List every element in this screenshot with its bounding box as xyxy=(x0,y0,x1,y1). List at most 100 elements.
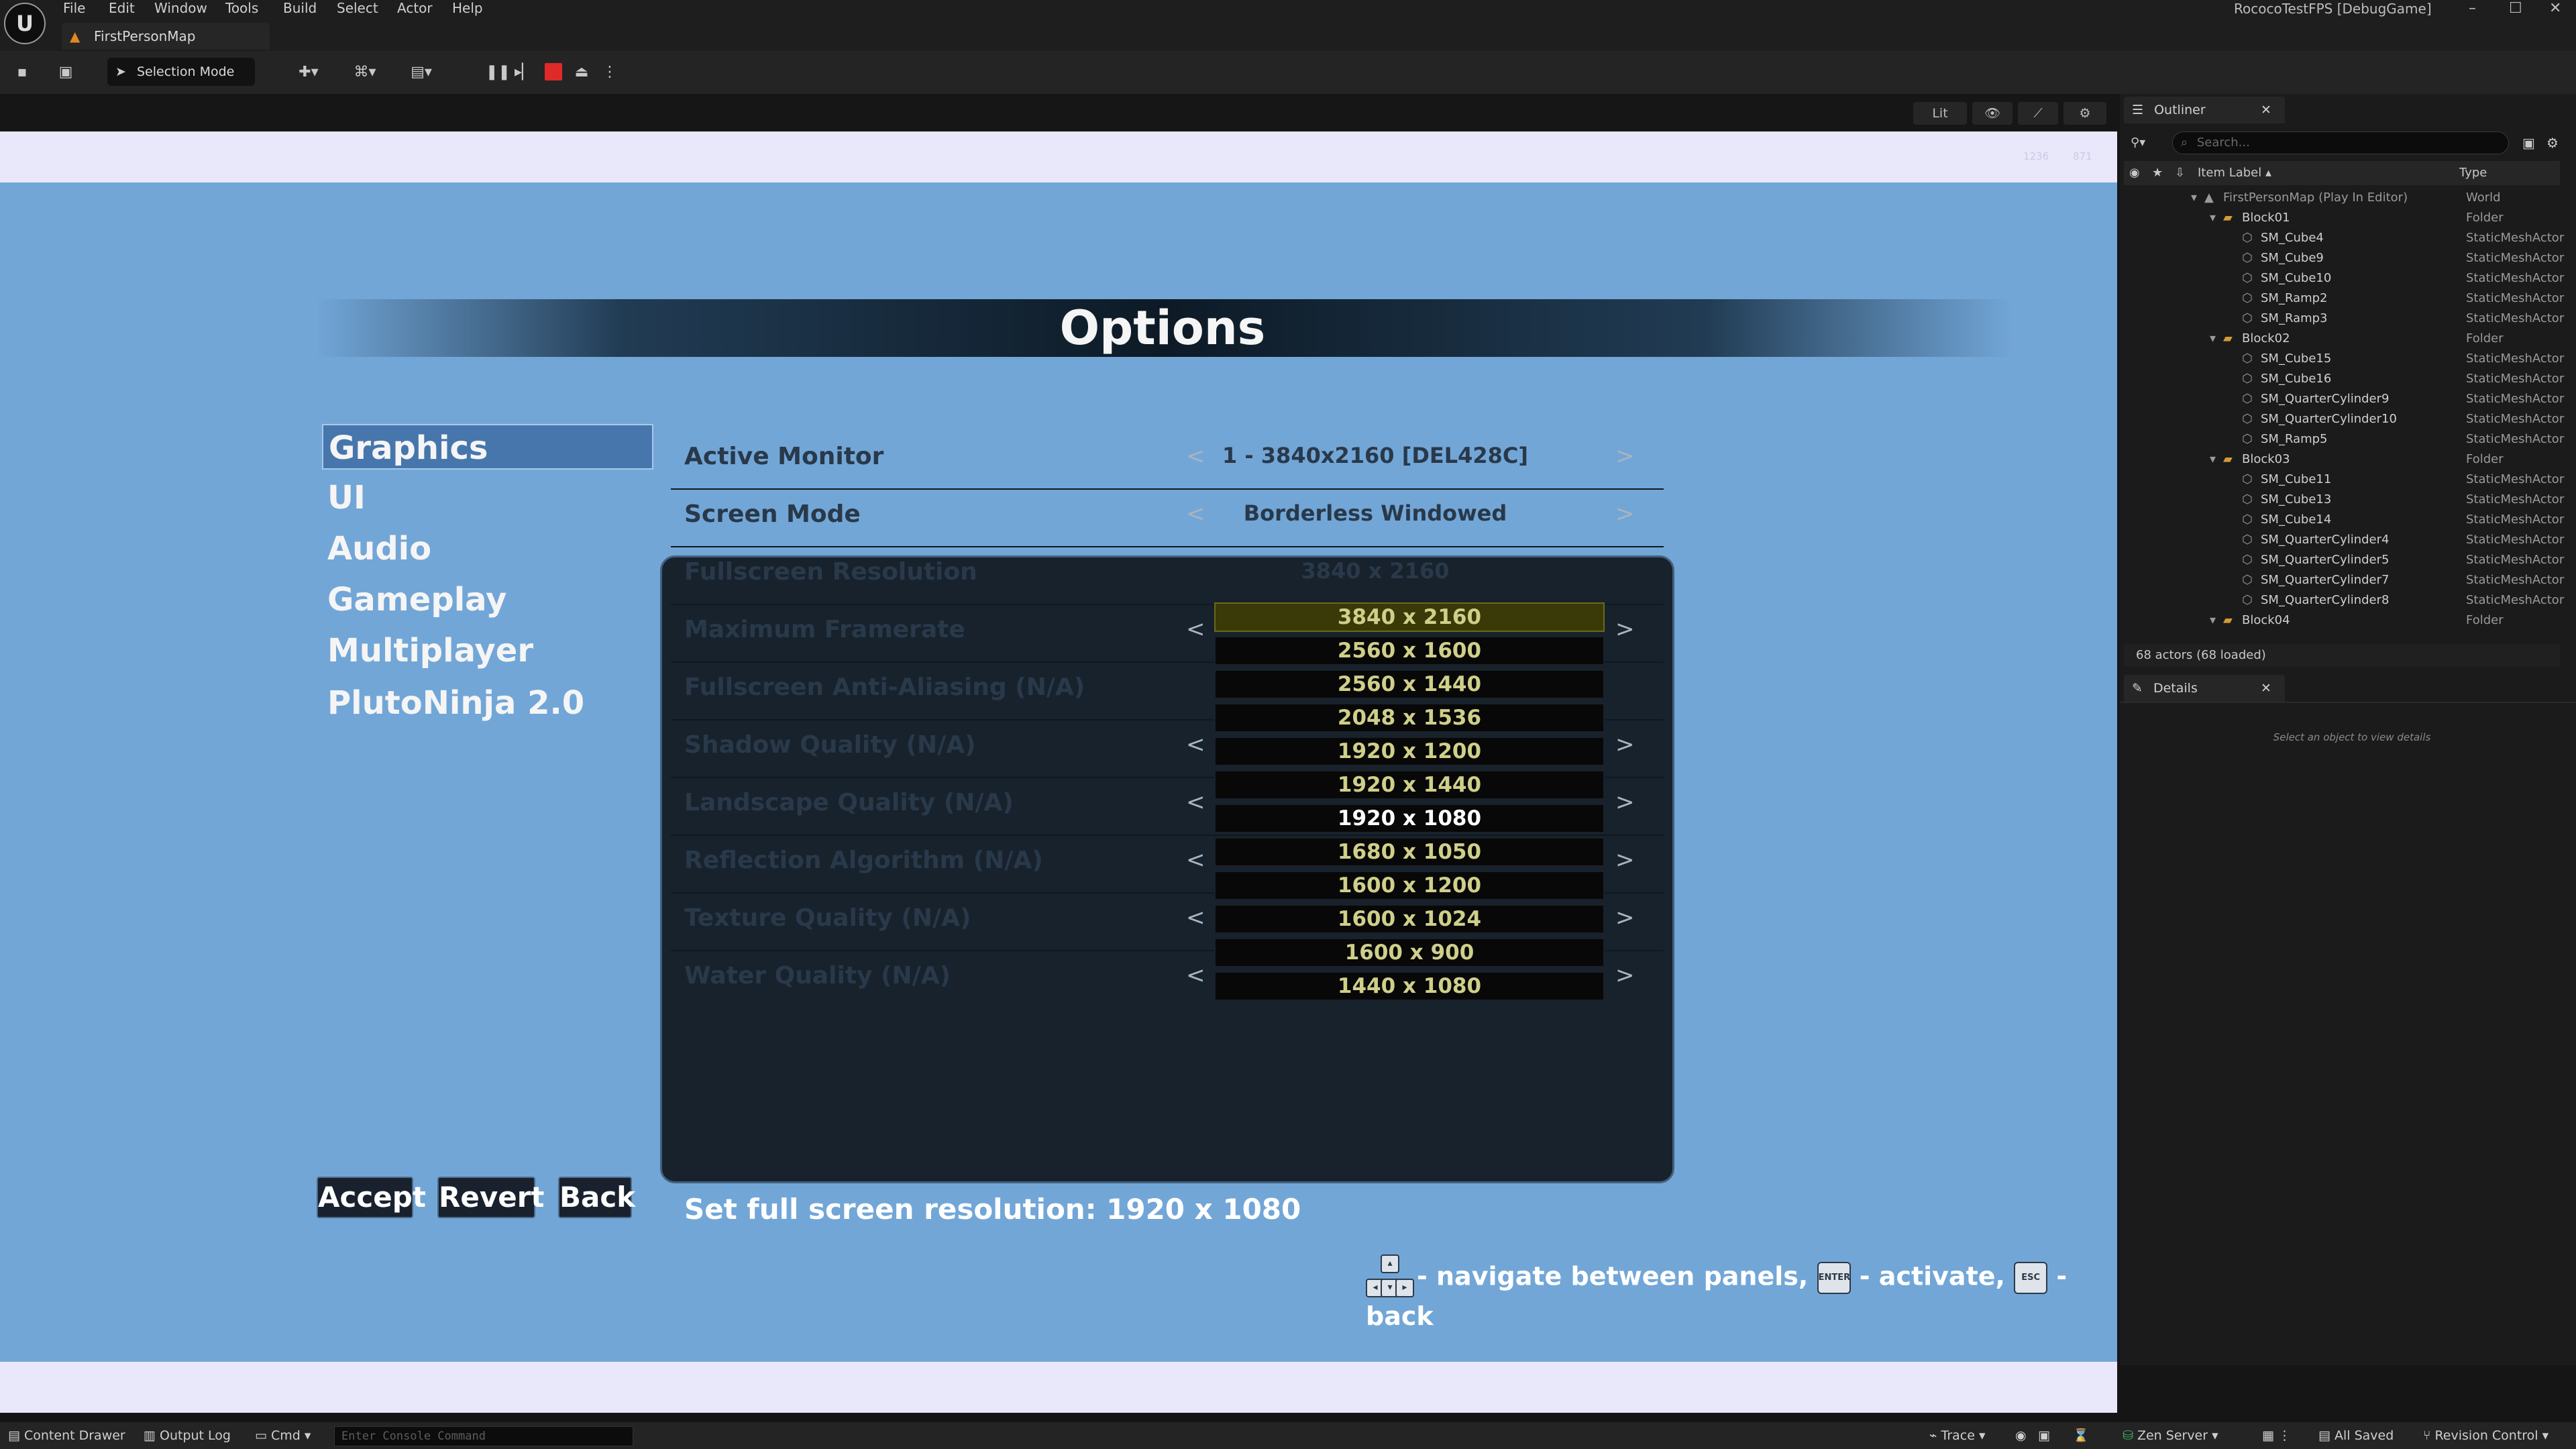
arrow-left-icon[interactable]: < xyxy=(1186,904,1205,931)
add-folder-icon[interactable]: ▣ xyxy=(2522,131,2535,154)
menu-build[interactable]: Build xyxy=(283,0,317,17)
expand-arrow-icon[interactable]: ▾ xyxy=(2210,208,2216,228)
output-log-button[interactable]: ▥ Output Log xyxy=(144,1422,231,1449)
outliner-actor-row[interactable]: ⬡ SM_QuarterCylinder9 StaticMeshActor xyxy=(2124,389,2564,409)
category-audio[interactable]: Audio xyxy=(322,526,653,572)
category-plutoninja[interactable]: PlutoNinja 2.0 xyxy=(322,680,653,726)
blueprint-icon[interactable]: ⌘▾ xyxy=(346,60,384,85)
arrow-left-icon[interactable]: < xyxy=(1186,731,1205,758)
outliner-actor-row[interactable]: ⬡ SM_Cube14 StaticMeshActor xyxy=(2124,510,2564,530)
outliner-actor-row[interactable]: ⬡ SM_Ramp2 StaticMeshActor xyxy=(2124,288,2564,309)
outliner-actor-row[interactable]: ⬡ SM_Cube11 StaticMeshActor xyxy=(2124,470,2564,490)
outliner-actor-row[interactable]: ⬡ SM_QuarterCylinder10 StaticMeshActor xyxy=(2124,409,2564,429)
unreal-logo-icon[interactable]: U xyxy=(4,3,46,44)
outliner-actor-row[interactable]: ⬡ SM_QuarterCylinder8 StaticMeshActor xyxy=(2124,590,2564,610)
outliner-world-row[interactable]: ▾ ▲ FirstPersonMap (Play In Editor) World xyxy=(2124,188,2560,208)
resolution-option[interactable]: 2560 x 1600 xyxy=(1214,636,1605,665)
resolution-option[interactable]: 1920 x 1440 xyxy=(1214,770,1605,800)
category-graphics[interactable]: Graphics xyxy=(322,424,653,470)
menu-window[interactable]: Window xyxy=(154,0,207,17)
lit-mode-button[interactable]: Lit xyxy=(1913,102,1967,125)
maximize-button[interactable]: ☐ xyxy=(2509,0,2522,17)
all-saved-button[interactable]: ▤ All Saved xyxy=(2318,1422,2394,1449)
arrow-right-icon[interactable]: > xyxy=(1615,731,1635,758)
back-button[interactable]: Back xyxy=(558,1177,635,1218)
eject-icon[interactable]: ⏏ xyxy=(572,60,592,85)
category-ui[interactable]: UI xyxy=(322,475,653,521)
pause-icon[interactable]: ❚❚ xyxy=(486,60,511,85)
favorite-icon[interactable]: ★ xyxy=(2152,161,2163,185)
viewport-settings-icon[interactable]: ⚙ xyxy=(2063,102,2106,125)
menu-edit[interactable]: Edit xyxy=(109,0,135,17)
arrow-right-icon[interactable]: > xyxy=(1615,847,1635,873)
details-tab[interactable]: ✎ Details ✕ xyxy=(2124,675,2285,702)
item-label-column[interactable]: Item Label ▴ xyxy=(2198,161,2271,185)
resolution-option[interactable]: 3840 x 2160 xyxy=(1214,602,1605,632)
expand-arrow-icon[interactable]: ▾ xyxy=(2191,188,2197,208)
arrow-right-icon[interactable]: > xyxy=(1615,500,1635,527)
resolution-option[interactable]: 1600 x 1200 xyxy=(1214,871,1605,900)
menu-help[interactable]: Help xyxy=(452,0,483,17)
arrow-right-icon[interactable]: > xyxy=(1615,789,1635,816)
timer-icon[interactable]: ⌛ xyxy=(2073,1422,2089,1449)
menu-actor[interactable]: Actor xyxy=(397,0,433,17)
outliner-folder-row[interactable]: ▾ ▰ Block03 Folder xyxy=(2124,449,2560,470)
save-icon[interactable]: ▪ xyxy=(12,60,32,85)
outliner-actor-row[interactable]: ⬡ SM_Cube16 StaticMeshActor xyxy=(2124,369,2564,389)
menu-tools[interactable]: Tools xyxy=(225,0,258,17)
close-window-button[interactable]: ✕ xyxy=(2549,0,2561,17)
type-column[interactable]: Type xyxy=(2459,161,2487,185)
menu-file[interactable]: File xyxy=(63,0,85,17)
cmd-dropdown[interactable]: ▭ Cmd ▾ xyxy=(255,1422,311,1449)
game-viewport[interactable]: 1236 871 Options Graphics UI Audio Gamep… xyxy=(0,131,2117,1362)
more-options-icon[interactable]: ⋮ xyxy=(602,60,617,85)
stop-button[interactable] xyxy=(545,63,562,80)
show-flags-icon[interactable]: 👁 xyxy=(1972,102,2012,125)
resolution-option[interactable]: 2048 x 1536 xyxy=(1214,703,1605,733)
selection-mode-dropdown[interactable]: ➤ Selection Mode xyxy=(107,58,255,86)
close-tab-icon[interactable]: ✕ xyxy=(2261,675,2271,702)
revert-button[interactable]: Revert xyxy=(437,1177,544,1218)
console-input[interactable]: Enter Console Command xyxy=(334,1426,633,1446)
outliner-actor-row[interactable]: ⬡ SM_Cube13 StaticMeshActor xyxy=(2124,490,2564,510)
arrow-right-icon[interactable]: > xyxy=(1615,962,1635,989)
zen-server-button[interactable]: ⛁ Zen Server ▾ xyxy=(2123,1422,2218,1449)
category-multiplayer[interactable]: Multiplayer xyxy=(322,628,653,674)
expand-arrow-icon[interactable]: ▾ xyxy=(2210,449,2216,470)
outliner-actor-row[interactable]: ⬡ SM_QuarterCylinder4 StaticMeshActor xyxy=(2124,530,2564,550)
outliner-search-input[interactable]: ⌕ Search... xyxy=(2172,131,2509,154)
map-tab[interactable]: ▲ FirstPersonMap xyxy=(62,23,270,50)
resolution-option-current[interactable]: 1920 x 1080 xyxy=(1214,804,1605,833)
outliner-actor-row[interactable]: ⬡ SM_Cube15 StaticMeshActor xyxy=(2124,349,2564,369)
minimize-button[interactable]: – xyxy=(2469,0,2476,17)
setting-row-screen-mode[interactable]: Screen Mode < Borderless Windowed > xyxy=(671,488,1664,547)
cinematics-icon[interactable]: ▤▾ xyxy=(402,60,440,85)
pin-icon[interactable]: ⇩ xyxy=(2175,161,2185,185)
close-tab-icon[interactable]: ✕ xyxy=(2261,97,2271,123)
arrow-right-icon[interactable]: > xyxy=(1615,616,1635,643)
outliner-actor-row[interactable]: ⬡ SM_QuarterCylinder5 StaticMeshActor xyxy=(2124,550,2564,570)
outliner-actor-row[interactable]: ⬡ SM_Ramp3 StaticMeshActor xyxy=(2124,309,2564,329)
arrow-right-icon[interactable]: > xyxy=(1615,443,1635,470)
arrow-left-icon[interactable]: < xyxy=(1186,616,1205,643)
step-icon[interactable]: ▸▏ xyxy=(514,60,534,85)
outliner-actor-row[interactable]: ⬡ SM_Cube10 StaticMeshActor xyxy=(2124,268,2564,288)
outliner-actor-row[interactable]: ⬡ SM_Cube9 StaticMeshActor xyxy=(2124,248,2564,268)
outliner-actor-row[interactable]: ⬡ SM_Cube4 StaticMeshActor xyxy=(2124,228,2564,248)
outliner-tab[interactable]: ☰ Outliner ✕ xyxy=(2124,97,2285,123)
filter-icon[interactable]: ⚲▾ xyxy=(2131,131,2145,154)
menu-select[interactable]: Select xyxy=(337,0,378,17)
setting-row-fullscreen-resolution[interactable]: Fullscreen Resolution 3840 x 2160 xyxy=(671,546,1664,605)
add-actor-icon[interactable]: ✚▾ xyxy=(290,60,327,85)
outliner-actor-row[interactable]: ⬡ SM_QuarterCylinder7 StaticMeshActor xyxy=(2124,570,2564,590)
revision-control-button[interactable]: ⑂ Revision Control ▾ xyxy=(2423,1422,2548,1449)
visibility-icon[interactable]: ◉ xyxy=(2129,161,2140,185)
content-drawer-button[interactable]: ▤ Content Drawer xyxy=(8,1422,125,1449)
expand-arrow-icon[interactable]: ▾ xyxy=(2210,610,2216,631)
resolution-option[interactable]: 1680 x 1050 xyxy=(1214,837,1605,867)
setting-row-active-monitor[interactable]: Active Monitor < 1 - 3840x2160 [DEL428C]… xyxy=(671,431,1664,490)
arrow-left-icon[interactable]: < xyxy=(1186,847,1205,873)
transform-icon[interactable]: ⟋ xyxy=(2018,102,2058,125)
outliner-folder-row[interactable]: ▾ ▰ Block04 Folder xyxy=(2124,610,2560,631)
resolution-option[interactable]: 1600 x 900 xyxy=(1214,938,1605,967)
